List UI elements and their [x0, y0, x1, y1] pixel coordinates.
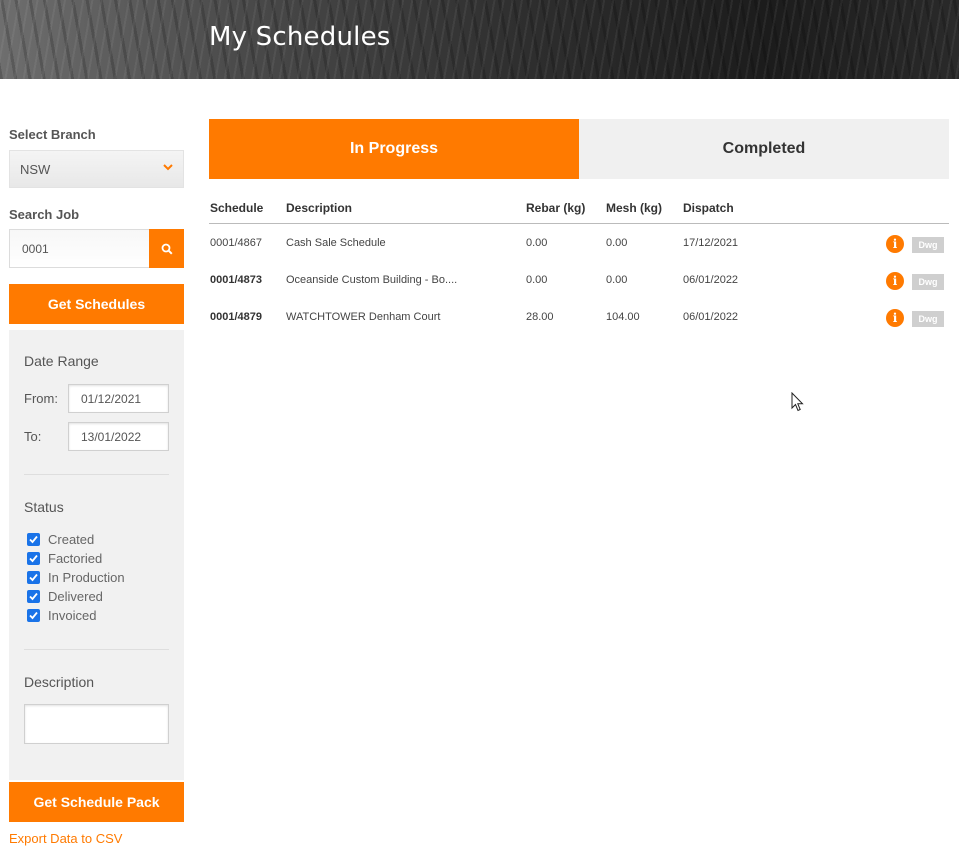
- get-schedule-pack-button[interactable]: Get Schedule Pack: [9, 782, 184, 822]
- date-range-title: Date Range: [24, 353, 99, 369]
- status-item-invoiced[interactable]: Invoiced: [27, 608, 96, 623]
- tab-in-progress[interactable]: In Progress: [209, 119, 579, 179]
- status-label: In Production: [48, 570, 125, 585]
- column-header-schedule[interactable]: Schedule: [210, 201, 263, 215]
- checkbox-checked-icon[interactable]: [27, 552, 40, 565]
- dwg-button[interactable]: Dwg: [912, 274, 944, 290]
- table-row[interactable]: 0001/4873 Oceanside Custom Building - Bo…: [209, 262, 949, 299]
- info-icon[interactable]: i: [886, 309, 904, 327]
- dwg-button[interactable]: Dwg: [912, 237, 944, 253]
- divider: [24, 474, 169, 475]
- status-label: Delivered: [48, 589, 103, 604]
- status-title: Status: [24, 499, 64, 515]
- info-icon[interactable]: i: [886, 235, 904, 253]
- search-job-input[interactable]: [9, 229, 150, 268]
- description-input[interactable]: [24, 704, 169, 744]
- status-item-in-production[interactable]: In Production: [27, 570, 125, 585]
- status-label: Factoried: [48, 551, 103, 566]
- select-branch-label: Select Branch: [9, 127, 96, 142]
- search-icon: [161, 243, 173, 255]
- cell-mesh: 0.00: [606, 237, 628, 249]
- export-csv-link[interactable]: Export Data to CSV: [9, 831, 122, 846]
- info-icon[interactable]: i: [886, 272, 904, 290]
- status-label: Invoiced: [48, 608, 97, 623]
- cell-schedule: 0001/4879: [210, 311, 262, 323]
- from-date-input[interactable]: 01/12/2021: [68, 384, 169, 413]
- chevron-down-icon: [163, 164, 173, 171]
- header-banner: My Schedules: [0, 0, 959, 79]
- cell-rebar: 28.00: [526, 311, 554, 323]
- checkbox-checked-icon[interactable]: [27, 609, 40, 622]
- divider: [24, 649, 169, 650]
- cell-schedule: 0001/4867: [210, 237, 262, 249]
- mouse-cursor-icon: [791, 392, 804, 412]
- search-job-label: Search Job: [9, 207, 80, 222]
- cell-dispatch: 17/12/2021: [683, 237, 739, 249]
- tab-completed[interactable]: Completed: [579, 119, 949, 179]
- from-label: From:: [24, 391, 58, 406]
- cell-dispatch: 06/01/2022: [683, 274, 739, 286]
- description-title: Description: [24, 674, 95, 690]
- branch-select[interactable]: NSW: [9, 150, 184, 188]
- status-item-created[interactable]: Created: [27, 532, 94, 547]
- checkbox-checked-icon[interactable]: [27, 590, 40, 603]
- column-header-mesh[interactable]: Mesh (kg): [606, 201, 662, 215]
- cell-description: Oceanside Custom Building - Bo....: [286, 274, 458, 286]
- checkbox-checked-icon[interactable]: [27, 533, 40, 546]
- cell-rebar: 0.00: [526, 237, 548, 249]
- cell-rebar: 0.00: [526, 274, 548, 286]
- branch-select-value: NSW: [20, 161, 51, 177]
- column-header-description[interactable]: Description: [286, 201, 352, 215]
- table-row[interactable]: 0001/4879 WATCHTOWER Denham Court 28.00 …: [209, 299, 949, 336]
- cell-mesh: 0.00: [606, 274, 628, 286]
- status-item-factoried[interactable]: Factoried: [27, 551, 102, 566]
- page-title: My Schedules: [209, 22, 391, 52]
- table-row[interactable]: 0001/4867 Cash Sale Schedule 0.00 0.00 1…: [209, 225, 949, 262]
- cell-description: Cash Sale Schedule: [286, 237, 386, 249]
- dwg-button[interactable]: Dwg: [912, 311, 944, 327]
- status-item-delivered[interactable]: Delivered: [27, 589, 103, 604]
- column-header-dispatch[interactable]: Dispatch: [683, 201, 734, 215]
- table-header-divider: [209, 223, 949, 224]
- cell-description: WATCHTOWER Denham Court: [286, 311, 441, 323]
- status-label: Created: [48, 532, 95, 547]
- get-schedules-button[interactable]: Get Schedules: [9, 284, 184, 324]
- cell-mesh: 104.00: [606, 311, 640, 323]
- to-label: To:: [24, 429, 42, 444]
- to-date-input[interactable]: 13/01/2022: [68, 422, 169, 451]
- search-button[interactable]: [149, 229, 184, 268]
- filter-panel: Date Range From: 01/12/2021 To: 13/01/20…: [9, 330, 184, 780]
- checkbox-checked-icon[interactable]: [27, 571, 40, 584]
- cell-dispatch: 06/01/2022: [683, 311, 739, 323]
- cell-schedule: 0001/4873: [210, 274, 262, 286]
- column-header-rebar[interactable]: Rebar (kg): [526, 201, 585, 215]
